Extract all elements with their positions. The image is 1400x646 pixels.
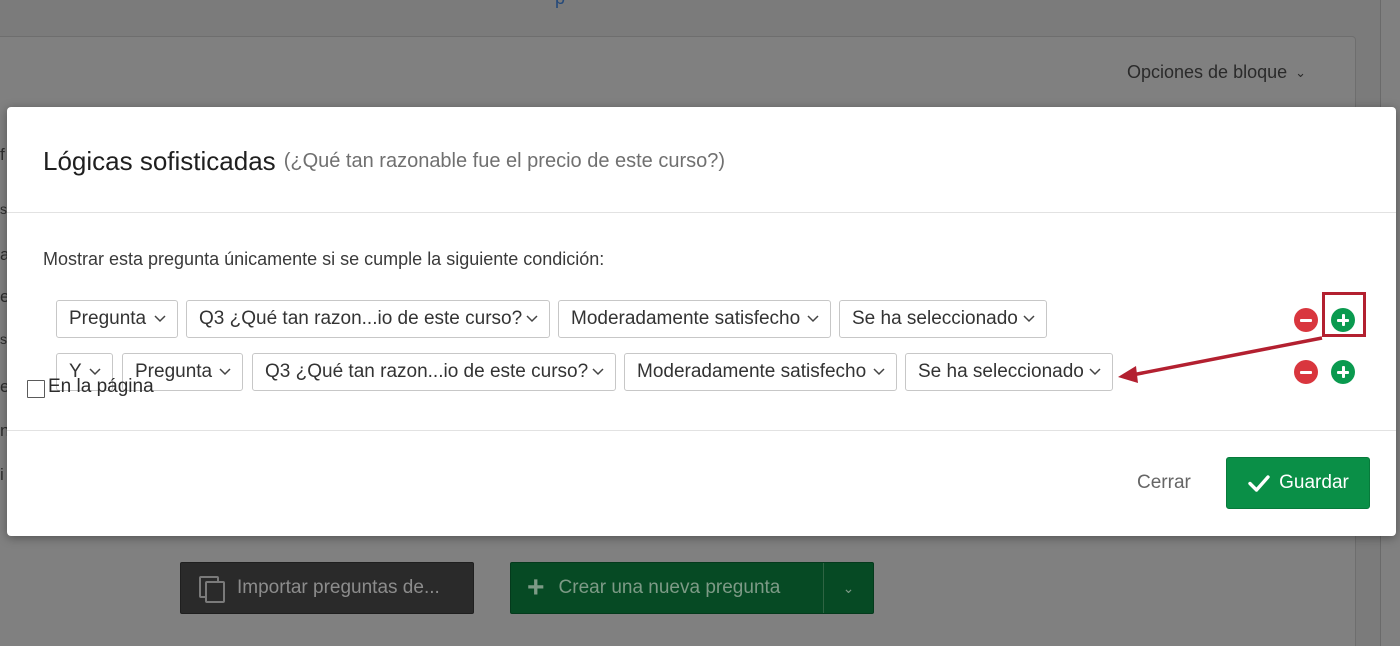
operator-value: Se ha seleccionado	[852, 308, 1018, 329]
checkmark-icon	[1248, 475, 1270, 492]
top-link-fragment: p	[555, 0, 569, 8]
condition-row-2: Y Pregunta Q3 ¿Qué tan razon...io de est…	[0, 353, 1400, 391]
edge-letter: s	[0, 201, 7, 217]
condition-row-1: Pregunta Q3 ¿Qué tan razon...io de este …	[0, 300, 1400, 338]
type-dropdown[interactable]: Pregunta	[56, 300, 178, 338]
remove-condition-icon[interactable]	[1294, 360, 1318, 384]
save-label: Guardar	[1279, 472, 1349, 493]
import-questions-button[interactable]: Importar preguntas de...	[180, 562, 474, 614]
create-question-label: Crear una nueva pregunta	[558, 577, 781, 598]
edge-letter: i	[0, 465, 4, 484]
chevron-down-icon	[872, 364, 886, 378]
chevron-down-icon	[153, 311, 167, 325]
choice-dropdown[interactable]: Moderadamente satisfecho	[624, 353, 897, 391]
dialog-subtitle: (¿Qué tan razonable fue el precio de est…	[283, 150, 726, 172]
operator-value: Se ha seleccionado	[918, 361, 1084, 382]
save-button[interactable]: Guardar	[1226, 457, 1370, 509]
close-button[interactable]: Cerrar	[1137, 472, 1191, 494]
annotation-highlight-box	[1322, 292, 1366, 337]
on-page-checkbox[interactable]	[27, 380, 45, 398]
chevron-down-icon	[806, 311, 820, 325]
remove-condition-icon[interactable]	[1294, 308, 1318, 332]
type-value: Pregunta	[69, 308, 147, 329]
chevron-down-icon	[218, 364, 232, 378]
choice-value: Moderadamente satisfecho	[637, 361, 867, 382]
question-dropdown[interactable]: Q3 ¿Qué tan razon...io de este curso?	[186, 300, 550, 338]
question-dropdown[interactable]: Q3 ¿Qué tan razon...io de este curso?	[252, 353, 616, 391]
chevron-down-icon	[591, 364, 605, 378]
create-question-button[interactable]: + Crear una nueva pregunta ⌄	[510, 562, 874, 614]
dialog-header: Lógicas sofisticadas (¿Qué tan razonable…	[7, 107, 1396, 213]
chevron-down-icon: ⌄	[1295, 64, 1307, 80]
dialog-title: Lógicas sofisticadas	[43, 146, 276, 176]
import-icon	[199, 576, 225, 603]
chevron-down-icon	[525, 311, 539, 325]
import-questions-label: Importar preguntas de...	[237, 577, 440, 598]
condition-instruction: Mostrar esta pregunta únicamente si se c…	[43, 249, 605, 269]
choice-dropdown[interactable]: Moderadamente satisfecho	[558, 300, 831, 338]
block-options-label: Opciones de bloque	[1127, 62, 1288, 82]
plus-icon: +	[527, 571, 545, 604]
chevron-down-icon[interactable]: ⌄	[824, 580, 873, 597]
question-value: Q3 ¿Qué tan razon...io de este curso?	[265, 361, 589, 382]
choice-value: Moderadamente satisfecho	[571, 308, 801, 329]
add-condition-icon[interactable]	[1331, 360, 1355, 384]
operator-dropdown[interactable]: Se ha seleccionado	[905, 353, 1113, 391]
on-page-label: En la página	[48, 376, 154, 397]
chevron-down-icon	[1088, 364, 1102, 378]
operator-dropdown[interactable]: Se ha seleccionado	[839, 300, 1047, 338]
block-options-menu[interactable]: Opciones de bloque ⌄	[1127, 62, 1306, 83]
edge-letter: f	[0, 145, 5, 164]
footer-divider	[7, 430, 1396, 431]
on-page-option[interactable]: En la página	[27, 376, 154, 398]
question-value: Q3 ¿Qué tan razon...io de este curso?	[199, 308, 523, 329]
chevron-down-icon	[1022, 311, 1036, 325]
